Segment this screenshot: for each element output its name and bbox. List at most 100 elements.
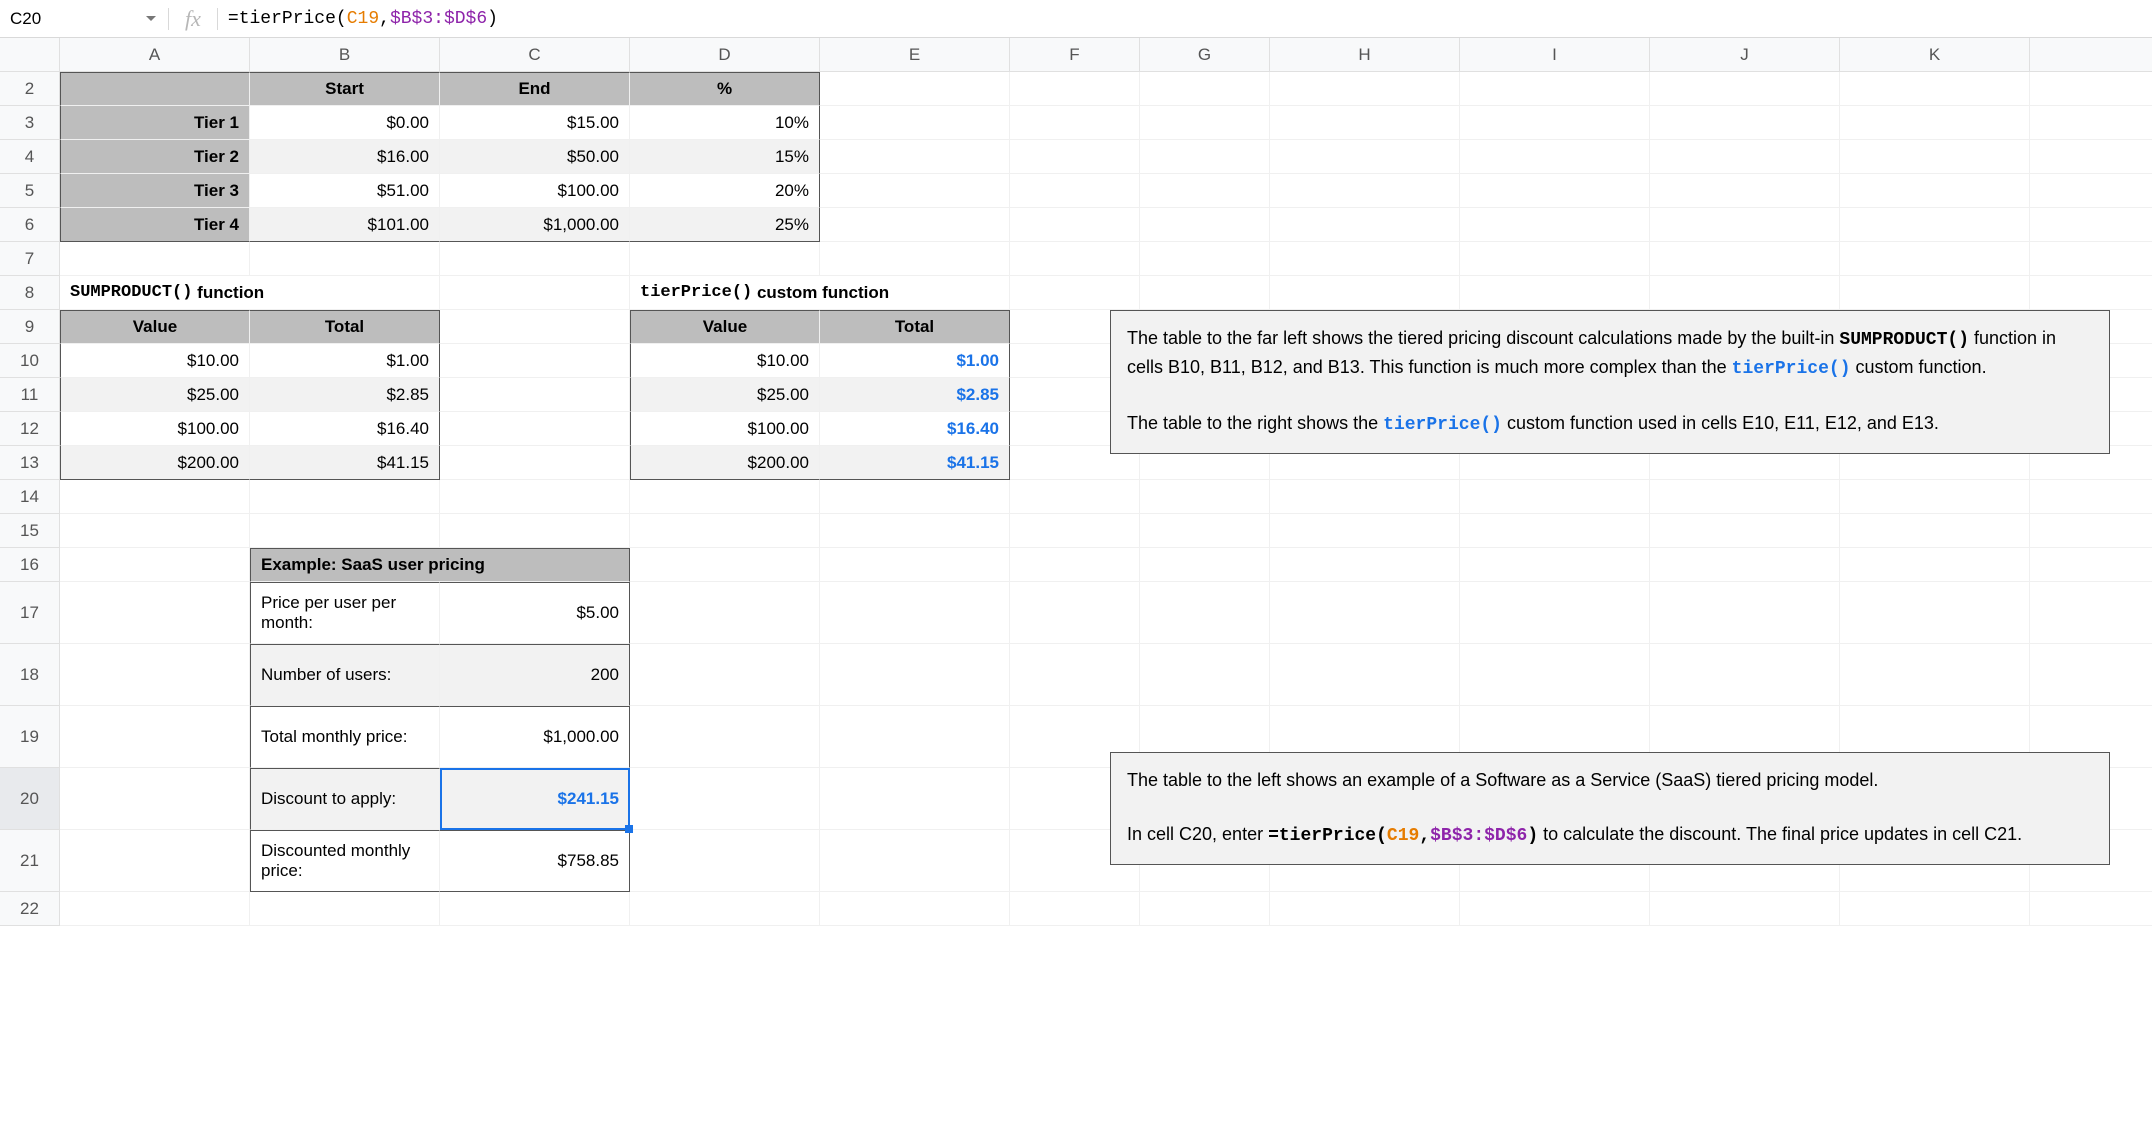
fx-icon[interactable]: fx [169, 6, 217, 32]
cell[interactable] [440, 446, 630, 480]
name-box[interactable]: C20 [0, 0, 168, 37]
cell[interactable] [2030, 892, 2152, 926]
cell[interactable] [1840, 208, 2030, 242]
cell[interactable] [1840, 548, 2030, 582]
cell[interactable] [820, 242, 1010, 276]
cell[interactable] [1460, 72, 1650, 106]
cell-B11[interactable]: $2.85 [250, 378, 440, 412]
cell-B19[interactable]: Total monthly price: [250, 706, 440, 768]
cell-B5[interactable]: $51.00 [250, 174, 440, 208]
select-all-corner[interactable] [0, 38, 60, 72]
cell[interactable] [250, 242, 440, 276]
cell-B13[interactable]: $41.15 [250, 446, 440, 480]
cell[interactable] [820, 830, 1010, 892]
cell[interactable] [60, 480, 250, 514]
cell-A6[interactable]: Tier 4 [60, 208, 250, 242]
cell[interactable] [1270, 106, 1460, 140]
cell[interactable] [820, 208, 1010, 242]
row-header[interactable]: 7 [0, 242, 60, 276]
cell[interactable] [1650, 480, 1840, 514]
cell[interactable] [1140, 140, 1270, 174]
cell[interactable] [820, 72, 1010, 106]
col-header[interactable]: C [440, 38, 630, 72]
row-header[interactable]: 17 [0, 582, 60, 644]
cell[interactable] [2030, 106, 2152, 140]
cell[interactable] [1840, 892, 2030, 926]
cell-A4[interactable]: Tier 2 [60, 140, 250, 174]
cell[interactable] [630, 706, 820, 768]
cell[interactable] [2030, 276, 2152, 310]
cell-A10[interactable]: $10.00 [60, 344, 250, 378]
row-header[interactable]: 4 [0, 140, 60, 174]
cell[interactable] [1010, 242, 1140, 276]
cell-E12[interactable]: $16.40 [820, 412, 1010, 446]
row-header[interactable]: 11 [0, 378, 60, 412]
col-header[interactable] [2030, 38, 2152, 72]
col-header[interactable]: J [1650, 38, 1840, 72]
cell[interactable] [60, 514, 250, 548]
cell[interactable] [2030, 140, 2152, 174]
section-title-right[interactable]: tierPrice() custom function [630, 276, 1010, 310]
cell[interactable] [60, 242, 250, 276]
cell[interactable] [2030, 644, 2152, 706]
cell[interactable] [1460, 892, 1650, 926]
cell[interactable] [820, 706, 1010, 768]
cell[interactable] [1840, 140, 2030, 174]
cell[interactable] [1460, 106, 1650, 140]
cell-C6[interactable]: $1,000.00 [440, 208, 630, 242]
cell[interactable] [2030, 514, 2152, 548]
cell[interactable] [630, 548, 820, 582]
cell[interactable] [1140, 208, 1270, 242]
formula-bar[interactable]: =tierPrice(C19,$B$3:$D$6) [218, 0, 2152, 37]
cell[interactable] [1270, 548, 1460, 582]
col-header[interactable]: B [250, 38, 440, 72]
cell[interactable] [1650, 72, 1840, 106]
row-header[interactable]: 19 [0, 706, 60, 768]
cell-A9[interactable]: Value [60, 310, 250, 344]
cell[interactable] [60, 892, 250, 926]
cell[interactable] [820, 548, 1010, 582]
cell[interactable] [820, 582, 1010, 644]
cell[interactable] [2030, 208, 2152, 242]
cell[interactable] [630, 480, 820, 514]
cell[interactable] [1460, 514, 1650, 548]
cell[interactable] [1650, 106, 1840, 140]
cell[interactable] [820, 644, 1010, 706]
cell[interactable] [440, 242, 630, 276]
cell-D12[interactable]: $100.00 [630, 412, 820, 446]
cell-C3[interactable]: $15.00 [440, 106, 630, 140]
cell-D5[interactable]: 20% [630, 174, 820, 208]
cell-B2[interactable]: Start [250, 72, 440, 106]
cell[interactable] [1140, 72, 1270, 106]
cell-D9[interactable]: Value [630, 310, 820, 344]
cell[interactable] [2030, 72, 2152, 106]
cell[interactable] [1010, 644, 1140, 706]
cell[interactable] [2030, 242, 2152, 276]
cell[interactable] [250, 480, 440, 514]
cell[interactable] [1460, 276, 1650, 310]
col-header[interactable]: D [630, 38, 820, 72]
cell[interactable] [630, 514, 820, 548]
cell-D10[interactable]: $10.00 [630, 344, 820, 378]
cell[interactable] [60, 768, 250, 830]
cell[interactable] [1010, 174, 1140, 208]
row-header[interactable]: 14 [0, 480, 60, 514]
row-header[interactable]: 13 [0, 446, 60, 480]
cell-D6[interactable]: 25% [630, 208, 820, 242]
cell-C18[interactable]: 200 [440, 644, 630, 706]
cell[interactable] [1270, 174, 1460, 208]
row-header[interactable]: 2 [0, 72, 60, 106]
cell[interactable] [60, 830, 250, 892]
cell[interactable] [1270, 242, 1460, 276]
cell[interactable] [1840, 72, 2030, 106]
cell[interactable] [1010, 72, 1140, 106]
cell-B12[interactable]: $16.40 [250, 412, 440, 446]
cell[interactable] [1270, 892, 1460, 926]
cell[interactable] [1270, 480, 1460, 514]
cell[interactable] [1140, 892, 1270, 926]
cell-C4[interactable]: $50.00 [440, 140, 630, 174]
row-header[interactable]: 3 [0, 106, 60, 140]
cell[interactable] [1650, 548, 1840, 582]
cell[interactable] [440, 412, 630, 446]
cell[interactable] [250, 892, 440, 926]
